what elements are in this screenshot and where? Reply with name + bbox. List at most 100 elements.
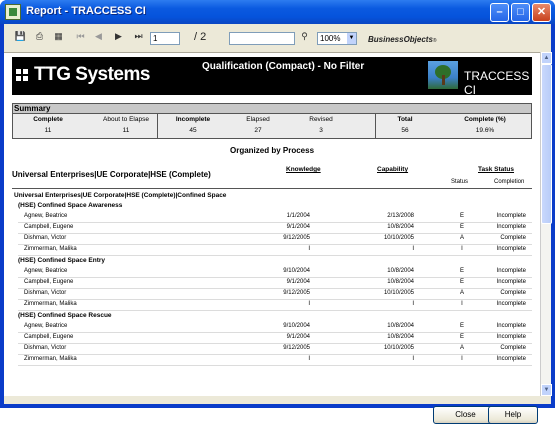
first-page-icon[interactable]: ⏮ xyxy=(74,30,87,43)
summary-value: 11 xyxy=(122,127,130,134)
tree-logo-icon xyxy=(428,61,458,89)
close-window-button[interactable]: ✕ xyxy=(532,3,551,22)
table-row: Dishman, Victor 9/12/2005 10/10/2005 A Compl… xyxy=(4,344,540,354)
summary-heading: Summary xyxy=(13,104,531,114)
scroll-down-icon[interactable]: ▼ xyxy=(541,384,552,396)
window-client: 💾 ⎙ ▦ ⏮ ◀ ▶ ⏭ 1 / 2 ⚲ 100% ▼ BusinessObj… xyxy=(4,24,552,424)
capability-date: 10/8/2004 xyxy=(387,268,414,274)
page-number-input[interactable]: 1 xyxy=(150,32,180,45)
summary-col-5: Total 56 xyxy=(380,116,430,134)
section-title: (HSE) Confined Space Awareness xyxy=(18,202,123,209)
group-title: Universal Enterprises|UE Corporate|HSE (… xyxy=(12,170,211,179)
capability-date: I xyxy=(412,246,414,252)
summary-divider xyxy=(375,114,376,138)
app-icon xyxy=(5,4,21,20)
next-page-icon[interactable]: ▶ xyxy=(112,30,125,43)
zoom-select[interactable]: 100% ▼ xyxy=(317,32,357,45)
completion-status: Incomplete xyxy=(496,323,526,329)
summary-col-6: Complete (%) 19.6% xyxy=(445,116,525,134)
summary-value: 56 xyxy=(401,127,409,134)
completion-status: Complete xyxy=(500,345,526,351)
completion-status: Incomplete xyxy=(496,246,526,252)
person-name: Dishman, Victor xyxy=(24,345,67,351)
summary-divider xyxy=(157,114,158,138)
section-header: (HSE) Confined Space Entry xyxy=(4,256,540,266)
vertical-scrollbar[interactable]: ▲ ▼ xyxy=(540,52,552,396)
header-divider xyxy=(12,188,532,189)
report-toolbar: 💾 ⎙ ▦ ⏮ ◀ ▶ ⏭ 1 / 2 ⚲ 100% ▼ BusinessObj… xyxy=(4,24,551,52)
summary-box: Summary Complete 11 About to Elapse 11 Incom… xyxy=(12,103,532,139)
person-name: Dishman, Victor xyxy=(24,290,67,296)
completion-status: Incomplete xyxy=(496,356,526,362)
capability-date: 10/8/2004 xyxy=(387,334,414,340)
completion-status: Incomplete xyxy=(496,301,526,307)
export-icon[interactable]: 💾 xyxy=(14,30,27,43)
capability-date: 10/8/2004 xyxy=(387,224,414,230)
summary-col-2: Incomplete 45 xyxy=(163,116,223,134)
capability-date: 10/8/2004 xyxy=(387,279,414,285)
businessobjects-logo: BusinessObjects® xyxy=(368,35,437,44)
summary-value: 3 xyxy=(319,127,323,134)
person-name: Dishman, Victor xyxy=(24,235,67,241)
knowledge-date: I xyxy=(308,301,310,307)
knowledge-date: I xyxy=(308,246,310,252)
table-row: Agnew, Beatrice 9/10/2004 10/8/2004 E Incomp… xyxy=(4,267,540,277)
knowledge-date: 9/10/2004 xyxy=(283,323,310,329)
chevron-down-icon[interactable]: ▼ xyxy=(347,33,356,44)
scroll-up-icon[interactable]: ▲ xyxy=(541,52,552,64)
print-icon[interactable]: ⎙ xyxy=(33,30,46,43)
scroll-thumb[interactable] xyxy=(541,64,552,224)
person-name: Zimmerman, Malika xyxy=(24,301,77,307)
completion-status: Incomplete xyxy=(496,279,526,285)
person-name: Zimmerman, Malika xyxy=(24,356,77,362)
section-title: (HSE) Confined Space Rescue xyxy=(18,312,112,319)
binoculars-icon[interactable]: ⚲ xyxy=(298,30,311,43)
process-path-row: Universal Enterprises|UE Corporate|HSE (… xyxy=(4,191,540,201)
status-header: Status xyxy=(451,179,469,185)
table-row: Zimmerman, Malika I I I Incomplete xyxy=(4,300,540,310)
search-input[interactable] xyxy=(229,32,295,45)
knowledge-date: 9/12/2005 xyxy=(283,290,310,296)
completion-status: Incomplete xyxy=(496,224,526,230)
person-name: Campbell, Eugene xyxy=(24,224,74,230)
previous-page-icon[interactable]: ◀ xyxy=(92,30,105,43)
knowledge-date: 9/12/2005 xyxy=(283,235,310,241)
report-viewer[interactable]: TTG Systems Qualification (Compact) - No… xyxy=(4,52,540,396)
zoom-value: 100% xyxy=(320,34,341,43)
summary-col-1: About to Elapse 11 xyxy=(91,116,161,134)
section-header: (HSE) Confined Space Awareness xyxy=(4,201,540,211)
summary-label: Incomplete xyxy=(175,116,211,123)
page-total: / 2 xyxy=(194,31,207,43)
table-row: Agnew, Beatrice 1/1/2004 2/13/2008 E Incompl… xyxy=(4,212,540,222)
capability-date: 2/13/2008 xyxy=(387,213,414,219)
capability-date: 10/10/2005 xyxy=(383,345,414,351)
completion-status: Complete xyxy=(500,290,526,296)
brand-text: BusinessObjects xyxy=(368,35,433,44)
summary-value: 45 xyxy=(189,127,197,134)
completion-status: Incomplete xyxy=(496,213,526,219)
section-header: (HSE) Confined Space Rescue xyxy=(4,311,540,321)
person-name: Agnew, Beatrice xyxy=(24,268,68,274)
help-button[interactable]: Help xyxy=(488,406,538,424)
company-name: TTG Systems xyxy=(34,64,150,85)
capability-header: Capability xyxy=(377,166,409,173)
summary-body: Complete 11 About to Elapse 11 Incomplete 45 E… xyxy=(13,114,531,138)
summary-value: 27 xyxy=(254,127,262,134)
completion-header: Completion xyxy=(494,179,525,185)
person-name: Zimmerman, Malika xyxy=(24,246,77,252)
minimize-button[interactable]: – xyxy=(490,3,509,22)
completion-status: Complete xyxy=(500,235,526,241)
group-tree-icon[interactable]: ▦ xyxy=(52,30,65,43)
summary-label: Complete (%) xyxy=(464,116,506,123)
summary-label: Complete xyxy=(33,116,63,123)
table-row: Zimmerman, Malika I I I Incomplete xyxy=(4,245,540,255)
maximize-button[interactable]: □ xyxy=(511,3,530,22)
capability-date: 10/10/2005 xyxy=(383,290,414,296)
title-bar[interactable]: Report - TRACCESS CI – □ ✕ xyxy=(0,0,555,24)
summary-col-3: Elapsed 27 xyxy=(233,116,283,134)
summary-label: Revised xyxy=(309,116,333,123)
table-row: Dishman, Victor 9/12/2005 10/10/2005 A Compl… xyxy=(4,234,540,244)
capability-date: 10/10/2005 xyxy=(383,235,414,241)
last-page-icon[interactable]: ⏭ xyxy=(132,30,145,43)
person-name: Campbell, Eugene xyxy=(24,279,74,285)
